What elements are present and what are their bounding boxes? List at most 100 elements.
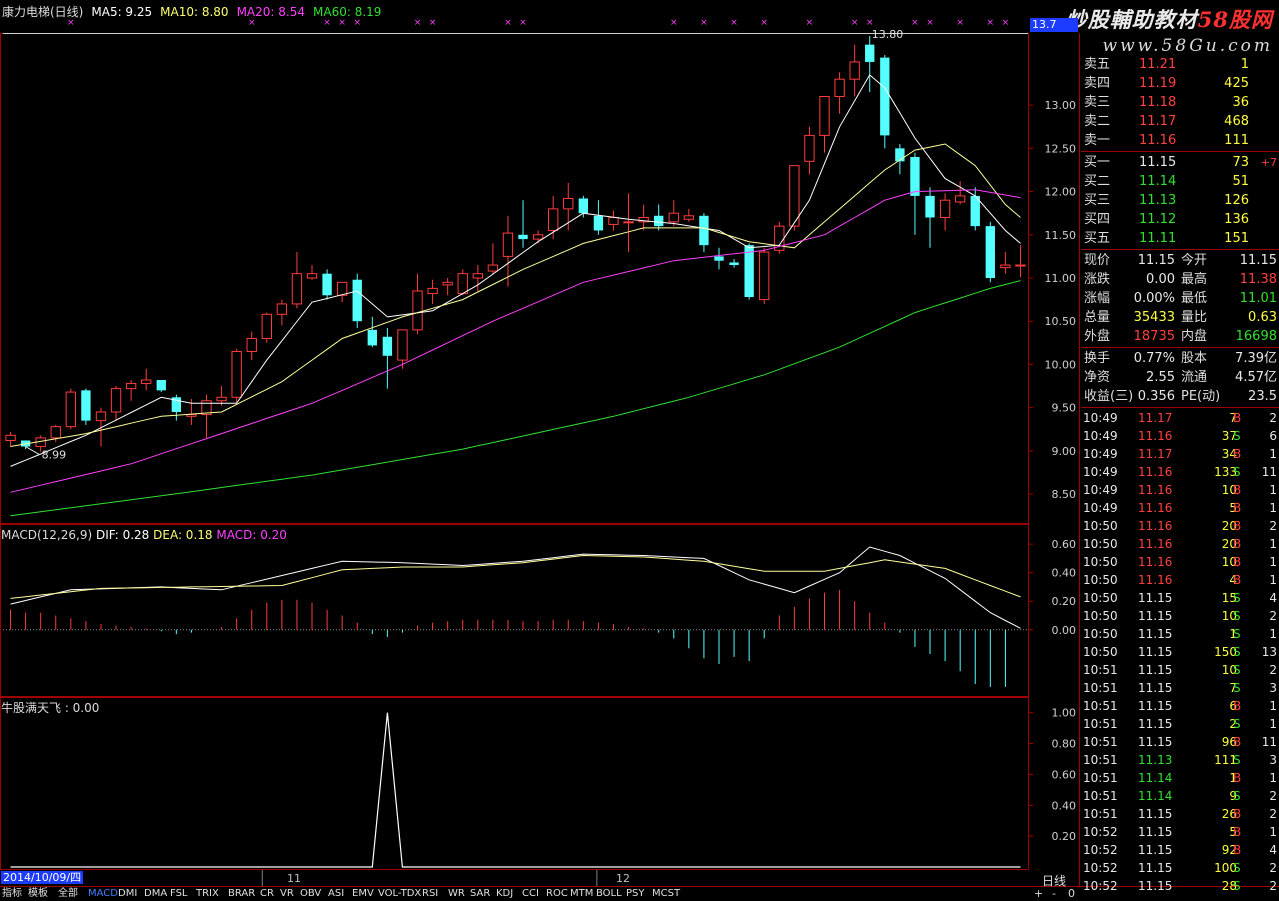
quote-label: 涨跌	[1084, 272, 1111, 287]
candle-body	[699, 215, 709, 246]
event-marker: ×	[760, 18, 768, 28]
tick-side: S	[1233, 753, 1241, 767]
tick-count: 2	[1269, 411, 1277, 425]
tab-mcst[interactable]: MCST	[652, 887, 680, 900]
indicator-header[interactable]: 牛股满天飞 : 0.00	[1, 699, 99, 716]
candle-body	[50, 426, 61, 439]
tab-cr[interactable]: CR	[260, 887, 274, 900]
tab-boll[interactable]: BOLL	[596, 887, 622, 900]
tab-模板[interactable]: 模板	[28, 887, 48, 900]
fundamental-label-2: 股本	[1181, 351, 1208, 366]
candle-body	[65, 391, 77, 428]
tick-count: 2	[1269, 807, 1277, 821]
quote-label: 外盘	[1084, 329, 1111, 344]
event-marker: ×	[519, 18, 527, 28]
quote-value: 0.00	[1146, 272, 1175, 287]
ask-row[interactable]: 卖五 11.21 1	[1081, 55, 1279, 74]
price-tick-label: 8.50	[1052, 488, 1077, 501]
ask-row[interactable]: 卖四 11.19 425	[1081, 74, 1279, 93]
tick-row: 10:51 11.15 2 S 1	[1081, 715, 1279, 733]
ask-volume: 36	[1232, 95, 1249, 110]
tick-row: 10:51 11.15 96 B 11	[1081, 733, 1279, 751]
zoom-out-button[interactable]: -	[1052, 887, 1056, 900]
indicator-tab-bar: 指标 模板 全部 MACD DMI DMA FSL TRIX BRAR CR VR OBV ASI EMV…	[0, 887, 1279, 901]
ma10-label: MA10: 8.80	[160, 5, 229, 19]
tab-roc[interactable]: ROC	[546, 887, 568, 900]
tick-row: 10:52 11.15 92 B 4	[1081, 841, 1279, 859]
tick-row: 10:50 11.16 20 B 1	[1081, 535, 1279, 553]
tick-row: 10:50 11.16 10 B 1	[1081, 553, 1279, 571]
candle-body	[95, 411, 107, 422]
candle-body	[81, 390, 91, 421]
event-marker: ×	[700, 18, 708, 28]
quote-value-2: 11.15	[1239, 253, 1277, 268]
indicator-tick-label: 0.60	[1052, 768, 1077, 781]
reset-zoom-button[interactable]: 0	[1068, 887, 1075, 900]
candle-body	[246, 338, 257, 352]
candle-body	[925, 195, 935, 218]
tab-全部[interactable]: 全部	[58, 887, 78, 900]
tick-count: 1	[1269, 447, 1277, 461]
tick-row: 10:49 11.17 7 B 2	[1081, 409, 1279, 427]
ask-row[interactable]: 卖二 11.17 468	[1081, 112, 1279, 131]
ask-row[interactable]: 卖三 11.18 36	[1081, 93, 1279, 112]
candle-body	[352, 279, 362, 322]
tab-macd[interactable]: MACD	[88, 887, 118, 900]
bid-row[interactable]: 买四 11.12 136	[1081, 210, 1279, 229]
bid-row[interactable]: 买一 11.15 73 +7	[1081, 153, 1279, 172]
quote-label: 现价	[1084, 253, 1111, 268]
stock-label[interactable]: 康力电梯(日线)	[2, 5, 83, 19]
candle-body	[623, 221, 634, 224]
tab-wr[interactable]: WR	[448, 887, 465, 900]
tab-kdj[interactable]: KDJ	[496, 887, 513, 900]
candle-body	[819, 96, 830, 136]
tab-vr[interactable]: VR	[280, 887, 294, 900]
tick-time: 10:51	[1083, 807, 1118, 821]
bid-row[interactable]: 买三 11.13 126	[1081, 191, 1279, 210]
tab-mtm[interactable]: MTM	[570, 887, 593, 900]
bid-row[interactable]: 买五 11.11 151	[1081, 229, 1279, 248]
ask-price: 11.19	[1139, 76, 1177, 91]
candle-body	[336, 281, 348, 296]
tab-obv[interactable]: OBV	[300, 887, 321, 900]
tab-asi[interactable]: ASI	[328, 887, 344, 900]
tab-brar[interactable]: BRAR	[228, 887, 255, 900]
tab-dmi[interactable]: DMI	[118, 887, 137, 900]
price-tick-label: 11.00	[1045, 272, 1077, 285]
tick-price: 11.15	[1138, 717, 1173, 731]
tick-time: 10:49	[1083, 501, 1118, 515]
tick-price: 11.16	[1138, 483, 1173, 497]
bid-label: 买二	[1084, 174, 1111, 189]
tab-rsi[interactable]: RSI	[422, 887, 438, 900]
quote-label-2: 最高	[1181, 272, 1208, 287]
candle-body	[261, 313, 272, 339]
tick-price: 11.15	[1138, 627, 1173, 641]
tick-side: S	[1233, 861, 1241, 875]
zoom-in-button[interactable]: +	[1034, 887, 1043, 900]
candle-body	[759, 251, 770, 301]
bid-row[interactable]: 买二 11.14 51	[1081, 172, 1279, 191]
ask-row[interactable]: 卖一 11.16 111	[1081, 131, 1279, 150]
indicator-tick-label: 0.20	[1052, 830, 1077, 843]
indicator-tick-label: 0.80	[1052, 738, 1077, 751]
tab-sar[interactable]: SAR	[470, 887, 490, 900]
quote-row: 外盘 18735 内盘 16698	[1081, 327, 1279, 346]
tick-time: 10:49	[1083, 411, 1118, 425]
fundamental-value: 0.77%	[1133, 351, 1175, 366]
tab-vol-tdx[interactable]: VOL-TDX	[378, 887, 421, 900]
ask-price: 11.21	[1139, 57, 1177, 72]
tick-count: 1	[1269, 501, 1277, 515]
macd-name[interactable]: MACD(12,26,9)	[1, 528, 92, 542]
tab-指标[interactable]: 指标	[2, 887, 22, 900]
tab-dma[interactable]: DMA	[144, 887, 167, 900]
quote-value: 18735	[1133, 329, 1175, 344]
tab-fsl[interactable]: FSL	[170, 887, 188, 900]
tab-emv[interactable]: EMV	[352, 887, 374, 900]
candle-body	[5, 434, 16, 441]
tick-price: 11.14	[1138, 789, 1173, 803]
tick-count: 1	[1269, 483, 1277, 497]
tab-cci[interactable]: CCI	[522, 887, 539, 900]
tab-trix[interactable]: TRIX	[196, 887, 219, 900]
tab-psy[interactable]: PSY	[626, 887, 645, 900]
tick-row: 10:51 11.14 9 S 2	[1081, 787, 1279, 805]
